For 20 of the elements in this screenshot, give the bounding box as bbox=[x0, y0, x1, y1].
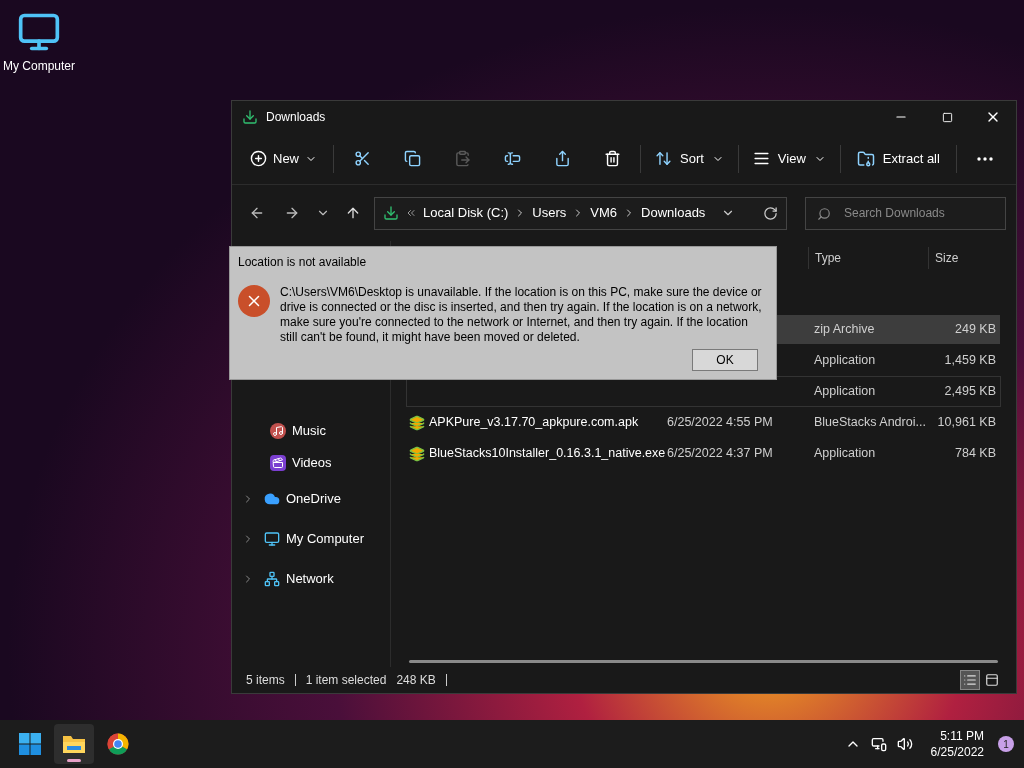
size-cell-text: 2,495 KB bbox=[943, 383, 997, 401]
date-cell-text: 6/25/2022 4:37 PM bbox=[667, 445, 774, 463]
type-cell-text: Application bbox=[813, 383, 877, 401]
file-name: BlueStacks10Installer_0.16.3.1_native.exe bbox=[429, 445, 666, 463]
size-cell-text: 1,459 KB bbox=[943, 352, 997, 370]
selection-info: 1 item selected bbox=[305, 672, 387, 689]
type-cell-text: Application bbox=[813, 352, 877, 370]
type-cell-text: Application bbox=[813, 445, 877, 463]
selection-size: 248 KB bbox=[396, 672, 436, 689]
file-name: APKPure_v3.17.70_apkpure.com.apk bbox=[429, 414, 639, 432]
date-cell-text: 6/25/2022 4:55 PM bbox=[667, 414, 774, 432]
type-cell-text: zip Archive bbox=[813, 321, 876, 339]
size-cell-text: 249 KB bbox=[954, 321, 997, 339]
size-cell-text: 10,961 KB bbox=[936, 414, 997, 432]
type-cell-text: BlueStacks Androi... bbox=[813, 414, 927, 432]
error-message: C:\Users\VM6\Desktop is unavailable. If the location is on this PC, make sure the device or drive is connected or the disc is inserted, and then try again. If the location is on a network, make sure you're connected to the network or Internet, and then try again. If the location still can't be found, it might have been moved or deleted. bbox=[280, 285, 763, 345]
item-count: 5 items bbox=[246, 672, 285, 689]
size-cell-text: 784 KB bbox=[954, 445, 997, 463]
dialog-title: Location is not available bbox=[238, 254, 368, 271]
window-title: Downloads bbox=[266, 109, 326, 126]
